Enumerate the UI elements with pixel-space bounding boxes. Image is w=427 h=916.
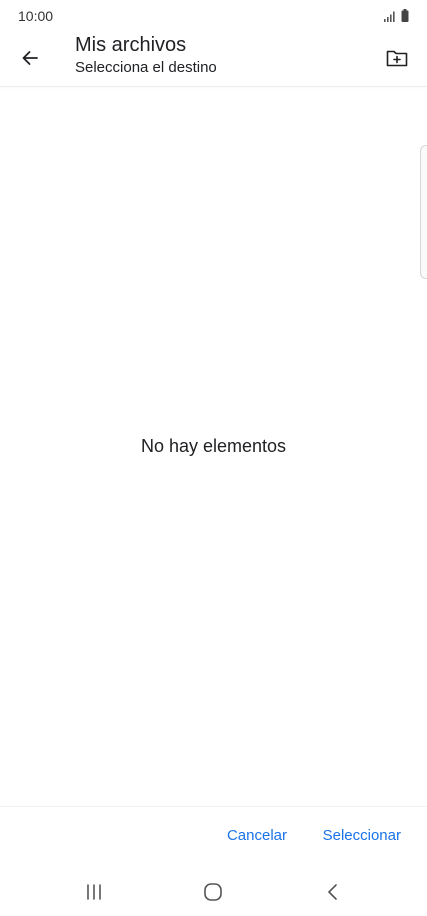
home-button[interactable] (193, 878, 233, 906)
recent-apps-icon (87, 884, 101, 900)
empty-state-message: No hay elementos (140, 436, 287, 456)
signal-icon (384, 11, 395, 22)
page-subtitle: Selecciona el destino (75, 59, 217, 76)
arrow-left-icon (22, 51, 38, 65)
screen: 10:00 Mis archivos Selecciona el destino (0, 0, 427, 916)
app-bar-titles: Mis archivos Selecciona el destino (75, 33, 217, 78)
create-folder-button[interactable] (379, 40, 415, 76)
recent-apps-button[interactable] (74, 878, 114, 906)
status-bar: 10:00 (0, 0, 427, 30)
select-button[interactable]: Seleccionar (323, 827, 401, 844)
create-folder-icon (386, 50, 408, 67)
app-bar: Mis archivos Selecciona el destino (0, 30, 427, 87)
back-icon (328, 884, 337, 900)
battery-icon (401, 9, 409, 22)
status-time: 10:00 (18, 8, 54, 24)
edge-panel-handle[interactable] (420, 145, 427, 279)
cancel-button[interactable]: Cancelar (227, 827, 287, 844)
nav-back-button[interactable] (313, 878, 353, 906)
home-icon (204, 883, 222, 901)
back-button[interactable] (12, 40, 48, 76)
status-icons (383, 9, 409, 22)
system-nav-bar (0, 866, 427, 916)
action-bar: Cancelar Seleccionar (0, 806, 427, 867)
page-title: Mis archivos (75, 34, 187, 56)
